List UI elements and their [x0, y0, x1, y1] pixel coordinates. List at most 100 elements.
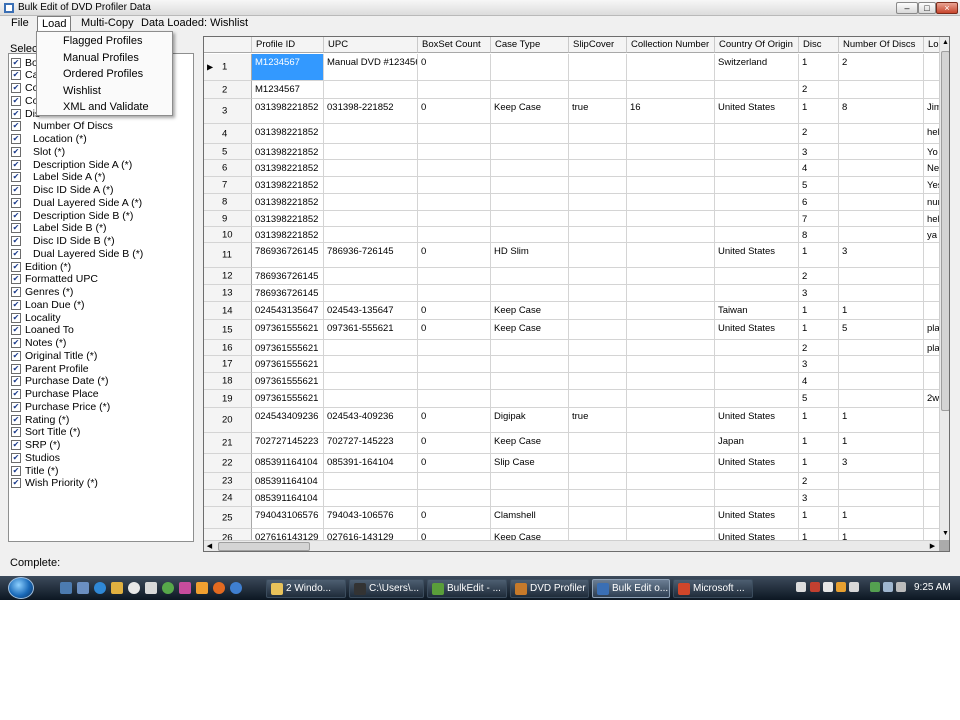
table-cell[interactable]: United States — [715, 320, 799, 340]
table-cell[interactable] — [839, 81, 924, 99]
table-cell[interactable]: Keep Case — [491, 320, 569, 340]
field-checkbox-row[interactable]: ✔ Disc ID Side B (*) — [11, 235, 115, 248]
table-cell[interactable] — [491, 124, 569, 144]
table-cell[interactable] — [491, 390, 569, 408]
checkbox[interactable]: ✔ — [11, 172, 21, 183]
column-header[interactable]: BoxSet Count — [418, 37, 491, 53]
checkbox[interactable]: ✔ — [11, 185, 21, 195]
folder-icon[interactable] — [111, 582, 123, 594]
table-cell[interactable] — [627, 177, 715, 194]
taskbar-button[interactable]: DVD Profiler — [510, 579, 589, 598]
table-cell[interactable] — [715, 268, 799, 285]
table-cell[interactable] — [715, 211, 799, 227]
quicklaunch-icon[interactable] — [196, 582, 208, 594]
table-cell[interactable]: M1234567 — [252, 54, 324, 81]
table-cell[interactable] — [491, 81, 569, 99]
table-cell[interactable] — [418, 124, 491, 144]
table-cell[interactable] — [324, 211, 418, 227]
table-cell[interactable] — [924, 356, 939, 373]
vertical-scroll-thumb[interactable] — [941, 51, 949, 411]
table-cell[interactable] — [324, 490, 418, 507]
table-cell[interactable]: 1 — [799, 243, 839, 268]
table-cell[interactable] — [491, 54, 569, 81]
table-cell[interactable]: 1 — [799, 408, 839, 433]
row-header[interactable]: 4 — [204, 124, 252, 144]
field-checkbox-row[interactable]: ✔ Parent Profile — [11, 362, 89, 375]
table-cell[interactable]: United States — [715, 99, 799, 124]
table-cell[interactable]: 024543135647 — [252, 302, 324, 320]
table-cell[interactable]: 031398221852 — [252, 99, 324, 124]
table-cell[interactable]: 786936726145 — [252, 243, 324, 268]
table-cell[interactable]: 027616-143129 — [324, 529, 418, 540]
table-cell[interactable] — [491, 144, 569, 160]
field-checkbox-row[interactable]: ✔ Sort Title (*) — [11, 426, 80, 439]
field-checkbox-row[interactable]: ✔ Slot (*) — [11, 145, 65, 158]
column-header[interactable]: SlipCover — [569, 37, 627, 53]
table-cell[interactable] — [418, 340, 491, 356]
checkbox[interactable]: ✔ — [11, 121, 21, 132]
quicklaunch-icon[interactable] — [230, 582, 242, 594]
table-cell[interactable]: 2 — [839, 54, 924, 81]
table-cell[interactable]: Keep Case — [491, 529, 569, 540]
row-header[interactable]: 20 — [204, 408, 252, 433]
field-checkbox-row[interactable]: ✔ Studios — [11, 451, 60, 464]
table-cell[interactable]: 16 — [627, 99, 715, 124]
table-cell[interactable]: 0 — [418, 99, 491, 124]
row-header[interactable]: 13 — [204, 285, 252, 302]
menu-load[interactable]: Load — [37, 16, 72, 32]
table-cell[interactable]: 3 — [839, 243, 924, 268]
field-checkbox-row[interactable]: ✔ Description Side B (*) — [11, 209, 133, 222]
checkbox[interactable]: ✔ — [11, 350, 21, 361]
table-cell[interactable] — [418, 373, 491, 390]
table-cell[interactable] — [418, 285, 491, 302]
table-cell[interactable] — [627, 373, 715, 390]
table-cell[interactable] — [839, 340, 924, 356]
table-cell[interactable] — [324, 390, 418, 408]
table-cell[interactable]: 1 — [799, 54, 839, 81]
table-cell[interactable] — [627, 194, 715, 211]
checkbox[interactable]: ✔ — [11, 287, 21, 297]
table-cell[interactable]: 2 — [799, 124, 839, 144]
checkbox[interactable]: ✔ — [11, 401, 21, 412]
table-cell[interactable] — [627, 160, 715, 177]
table-cell[interactable]: New — [924, 160, 939, 177]
table-cell[interactable] — [569, 507, 627, 529]
table-cell[interactable] — [627, 390, 715, 408]
table-cell[interactable] — [491, 285, 569, 302]
field-checkbox-row[interactable]: ✔ Purchase Price (*) — [11, 400, 110, 413]
table-cell[interactable]: 097361-555621 — [324, 320, 418, 340]
table-cell[interactable]: Keep Case — [491, 99, 569, 124]
minimize-button[interactable]: – — [896, 2, 918, 14]
table-cell[interactable] — [627, 507, 715, 529]
table-cell[interactable]: 031398221852 — [252, 211, 324, 227]
tray-icon[interactable] — [823, 582, 833, 592]
table-cell[interactable] — [715, 390, 799, 408]
field-checkbox-row[interactable]: ✔ Rating (*) — [11, 413, 69, 426]
table-cell[interactable]: 4 — [799, 160, 839, 177]
menu-file[interactable]: File — [7, 16, 33, 32]
table-cell[interactable]: 1 — [839, 302, 924, 320]
row-header[interactable]: 25 — [204, 507, 252, 529]
table-cell[interactable]: Slip Case — [491, 454, 569, 473]
table-cell[interactable]: United States — [715, 408, 799, 433]
table-cell[interactable] — [715, 124, 799, 144]
table-cell[interactable] — [324, 81, 418, 99]
table-cell[interactable] — [924, 454, 939, 473]
table-cell[interactable] — [715, 160, 799, 177]
table-cell[interactable]: HD Slim — [491, 243, 569, 268]
table-cell[interactable] — [627, 340, 715, 356]
firefox-icon[interactable] — [213, 582, 225, 594]
field-checkbox-row[interactable]: ✔ Dual Layered Side B (*) — [11, 247, 143, 260]
table-cell[interactable]: United States — [715, 243, 799, 268]
table-cell[interactable]: play — [924, 340, 939, 356]
row-header[interactable]: 5 — [204, 144, 252, 160]
table-cell[interactable]: 031398221852 — [252, 194, 324, 211]
table-cell[interactable] — [627, 433, 715, 454]
table-cell[interactable] — [324, 268, 418, 285]
table-cell[interactable] — [569, 194, 627, 211]
checkbox[interactable]: ✔ — [11, 312, 21, 323]
field-checkbox-row[interactable]: ✔ Location (*) — [11, 133, 87, 146]
table-cell[interactable]: Jim — [924, 99, 939, 124]
table-cell[interactable] — [418, 177, 491, 194]
table-cell[interactable]: 097361555621 — [252, 356, 324, 373]
